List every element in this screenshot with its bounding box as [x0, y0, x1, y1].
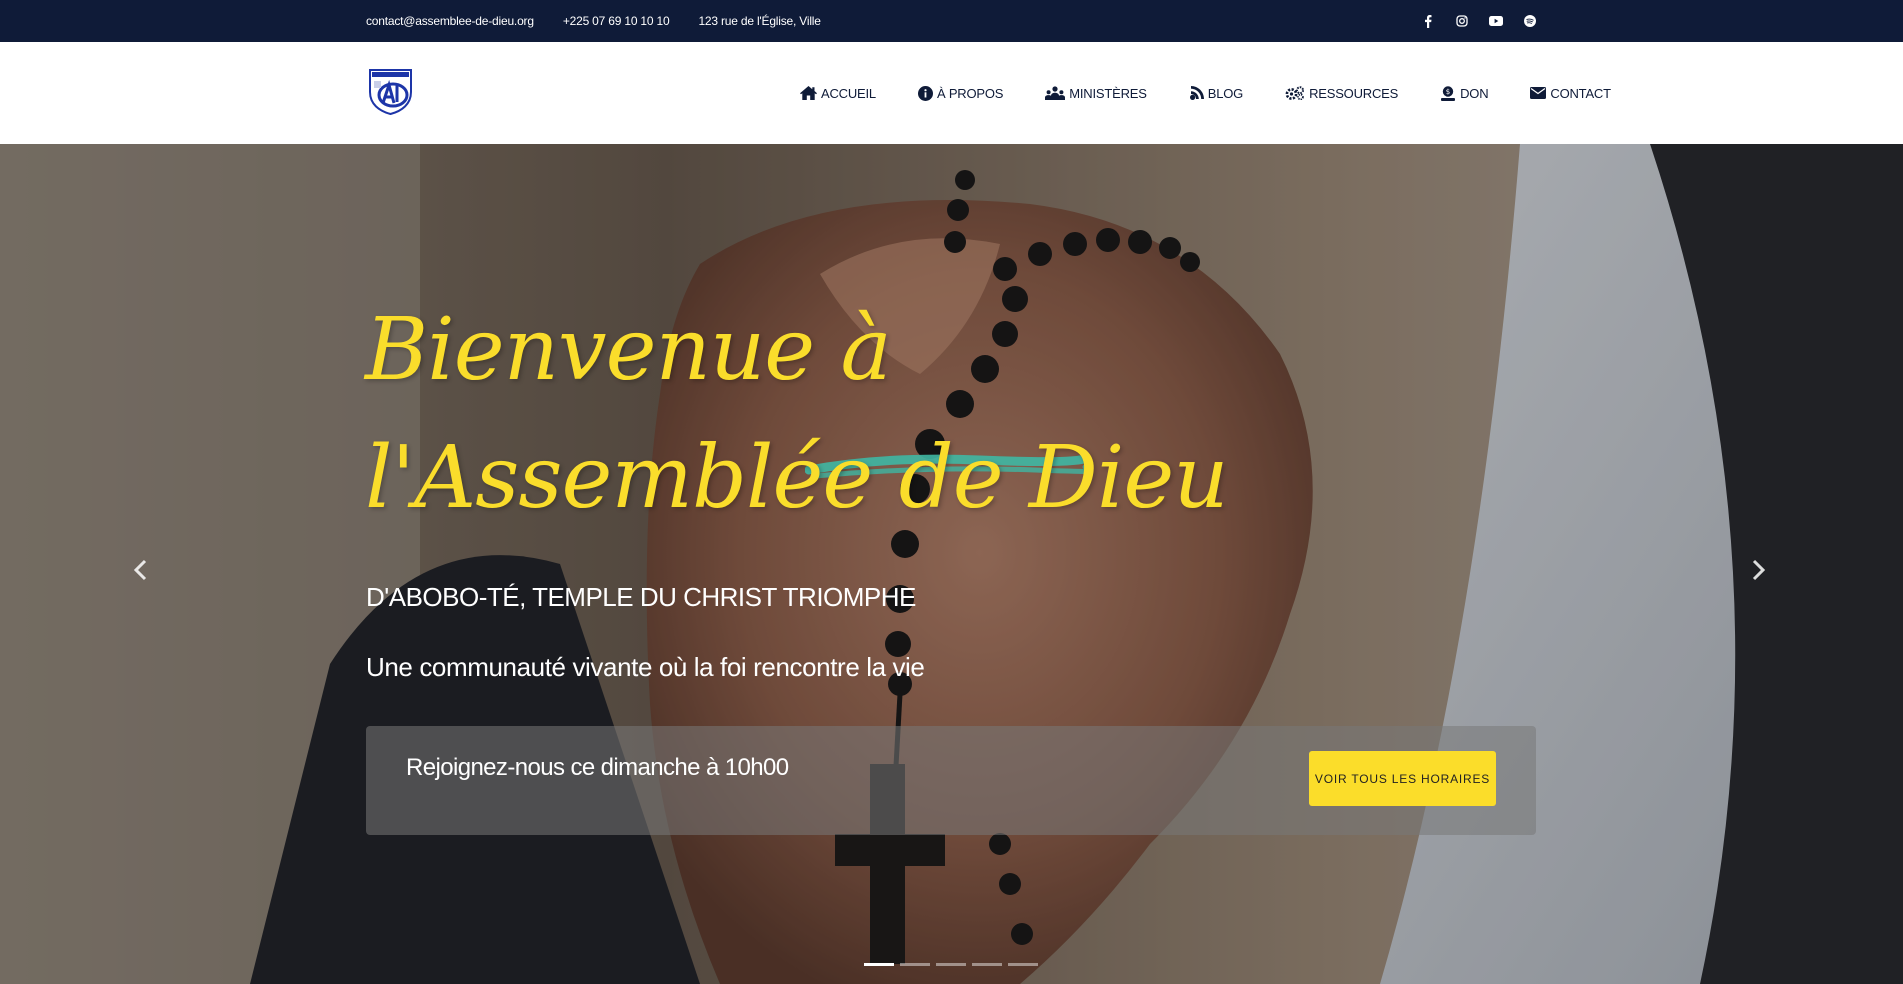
church-logo[interactable] [367, 67, 414, 116]
nav-label: MINISTÈRES [1069, 85, 1147, 101]
instagram-icon[interactable] [1454, 13, 1470, 29]
spotify-icon[interactable] [1522, 13, 1538, 29]
donate-icon: $ [1441, 85, 1456, 101]
nav-label: CONTACT [1550, 85, 1611, 101]
chevron-right-icon [1752, 559, 1766, 581]
hero-subtitle: D'ABOBO-TÉ, TEMPLE DU CHRIST TRIOMPHE [366, 582, 916, 612]
hero-title-line2: l'Assemblée de Dieu [365, 428, 1229, 528]
nav-item-accueil[interactable]: ACCUEIL [800, 86, 876, 101]
schedule-message: Rejoignez-nous ce dimanche à 10h00 [406, 754, 789, 781]
envelope-icon [1530, 87, 1547, 99]
home-icon [800, 86, 817, 100]
carousel-next-button[interactable] [1747, 555, 1771, 585]
hero-slider [0, 144, 1903, 984]
carousel-prev-button[interactable] [128, 555, 152, 585]
main-menu: ACCUEIL À PROPOS MINISTÈRES BLOG RESSOUR… [800, 42, 1611, 144]
nav-item-ressources[interactable]: RESSOURCES [1285, 86, 1398, 101]
phone-text[interactable]: +225 07 69 10 10 10 [563, 14, 670, 28]
nav-label: À PROPOS [936, 85, 1004, 101]
svg-text:$: $ [1446, 88, 1450, 96]
nav-label: DON [1460, 85, 1489, 101]
hero-overlay [0, 144, 1903, 984]
nav-label: BLOG [1207, 85, 1244, 101]
contact-info: contact@assemblee-de-dieu.org +225 07 69… [366, 0, 821, 42]
facebook-icon[interactable] [1420, 13, 1436, 29]
carousel-indicator[interactable] [972, 963, 1002, 966]
view-schedule-button[interactable]: VOIR TOUS LES HORAIRES [1309, 751, 1496, 806]
carousel-indicator[interactable] [900, 963, 930, 966]
nav-label: ACCUEIL [821, 85, 876, 101]
nav-item-ministeres[interactable]: MINISTÈRES [1045, 85, 1147, 101]
info-circle-icon [917, 85, 933, 101]
nav-item-a-propos[interactable]: À PROPOS [917, 85, 1004, 101]
carousel-indicators [864, 963, 1038, 966]
people-group-icon [1045, 86, 1066, 100]
youtube-icon[interactable] [1488, 13, 1504, 29]
carousel-indicator[interactable] [864, 963, 894, 966]
email-text[interactable]: contact@assemblee-de-dieu.org [366, 14, 534, 28]
social-links [1420, 0, 1538, 42]
nav-item-don[interactable]: $ DON [1440, 85, 1489, 101]
nav-item-blog[interactable]: BLOG [1189, 85, 1244, 101]
hero-title-line1: Bienvenue à [365, 300, 892, 400]
chevron-left-icon [133, 559, 147, 581]
nav-label: RESSOURCES [1309, 85, 1399, 101]
nav-item-contact[interactable]: CONTACT [1530, 85, 1611, 101]
top-bar: contact@assemblee-de-dieu.org +225 07 69… [0, 0, 1903, 42]
carousel-indicator[interactable] [936, 963, 966, 966]
schedule-banner: Rejoignez-nous ce dimanche à 10h00 VOIR … [366, 726, 1536, 835]
hero-tagline: Une communauté vivante où la foi rencont… [366, 652, 925, 682]
carousel-indicator[interactable] [1008, 963, 1038, 966]
address-text: 123 rue de l'Église, Ville [698, 14, 821, 28]
blog-icon [1189, 85, 1204, 100]
gears-icon [1285, 86, 1305, 100]
